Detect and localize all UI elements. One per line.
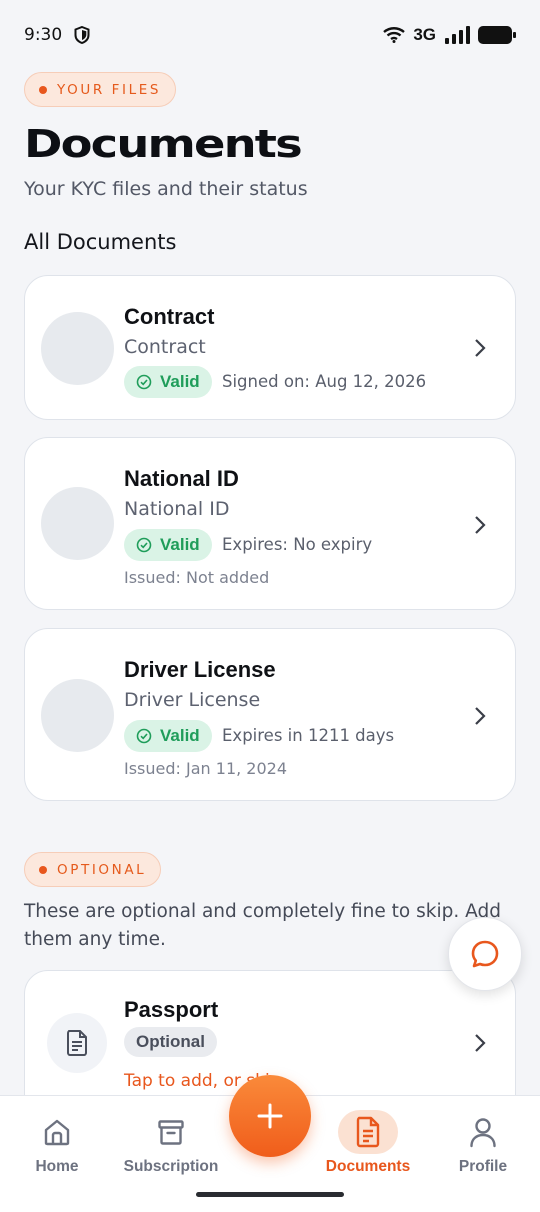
document-title: National ID (124, 466, 239, 491)
document-card-contract[interactable]: Contract Contract Valid Signed on: Aug 1… (24, 275, 516, 420)
nav-item-subscription[interactable]: Subscription (116, 1096, 226, 1196)
page-title: Documents (24, 122, 303, 166)
optional-badge: Optional (124, 1027, 217, 1057)
battery-icon (478, 26, 516, 44)
add-document-button[interactable] (229, 1075, 311, 1157)
document-meta: Expires in 1211 days (222, 726, 395, 745)
nav-item-home[interactable]: Home (2, 1096, 112, 1196)
status-time: 9:30 (24, 25, 63, 45)
status-badge-label: Valid (160, 535, 200, 554)
document-subtitle: Driver License (124, 689, 261, 711)
chevron-right-icon (475, 1034, 486, 1052)
chevron-right-icon (475, 516, 486, 534)
chat-button[interactable] (448, 917, 522, 991)
status-left: 9:30 (24, 25, 90, 45)
document-title: Contract (124, 304, 215, 329)
nav-icon-wrap (141, 1110, 201, 1154)
archive-icon (158, 1120, 184, 1145)
nav-item-profile[interactable]: Profile (428, 1096, 538, 1196)
status-right: 3G (383, 25, 516, 45)
document-meta: Signed on: Aug 12, 2026 (222, 372, 427, 391)
document-issued: Issued: Jan 11, 2024 (124, 759, 288, 778)
document-card-driver-license[interactable]: Driver License Driver License Valid Expi… (24, 628, 516, 801)
check-circle-icon (136, 374, 152, 390)
optional-tag: OPTIONAL (24, 852, 162, 887)
status-badge: Valid (124, 529, 212, 561)
status-badge-label: Valid (160, 726, 200, 745)
document-icon (356, 1116, 380, 1148)
check-circle-icon (136, 537, 152, 553)
plus-icon (257, 1103, 283, 1129)
tag-dot (39, 85, 47, 94)
your-files-tag: YOUR FILES (24, 72, 177, 107)
nav-label: Subscription (123, 1158, 219, 1175)
status-badge: Valid (124, 366, 212, 398)
nav-icon-wrap (453, 1110, 513, 1154)
chevron-right-icon (475, 339, 486, 357)
document-title: Driver License (124, 657, 276, 682)
shield-icon (74, 26, 90, 44)
document-icon (67, 1030, 87, 1056)
nav-item-documents[interactable]: Documents (313, 1096, 423, 1196)
network-type: 3G (413, 25, 436, 44)
document-title: Passport (124, 997, 219, 1022)
status-bar: 9:30 3G (0, 0, 540, 70)
section-heading-all-documents: All Documents (24, 230, 177, 254)
document-issued: Issued: Not added (124, 568, 270, 587)
tag-label: OPTIONAL (57, 861, 147, 878)
document-subtitle: National ID (124, 498, 230, 520)
nav-label: Home (35, 1158, 79, 1175)
document-card-national-id[interactable]: National ID National ID Valid Expires: N… (24, 437, 516, 610)
page-subtitle: Your KYC files and their status (24, 178, 308, 200)
wifi-icon (383, 27, 406, 43)
nav-label: Documents (325, 1158, 411, 1175)
chat-bubble-icon (471, 940, 499, 968)
home-icon (44, 1119, 70, 1146)
tag-dot (39, 865, 47, 874)
home-indicator[interactable] (196, 1192, 344, 1197)
tag-label: YOUR FILES (57, 81, 162, 98)
passport-icon-wrap (47, 1013, 107, 1073)
status-badge-label: Valid (160, 372, 200, 391)
document-subtitle: Contract (124, 336, 206, 358)
document-meta: Expires: No expiry (222, 535, 373, 554)
document-avatar (41, 679, 114, 752)
document-avatar (41, 487, 114, 560)
check-circle-icon (136, 728, 152, 744)
profile-icon (470, 1118, 496, 1148)
nav-label: Profile (458, 1158, 508, 1175)
chevron-right-icon (475, 707, 486, 725)
signal-icon (445, 26, 470, 44)
nav-icon-wrap (27, 1110, 87, 1154)
document-avatar (41, 312, 114, 385)
nav-icon-wrap (338, 1110, 398, 1154)
status-badge: Valid (124, 720, 212, 752)
